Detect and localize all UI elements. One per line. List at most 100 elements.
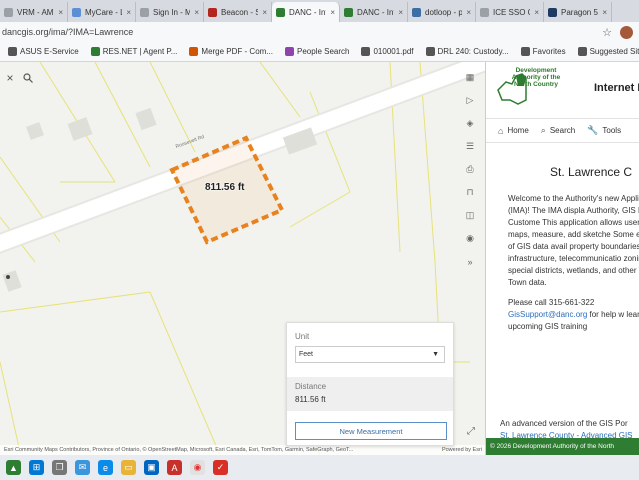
browser-tab[interactable]: DANC - Inter × <box>340 2 408 22</box>
county-heading: St. Lawrence C <box>550 165 633 179</box>
acrobat-icon[interactable]: A <box>167 460 182 475</box>
legend-list-icon[interactable]: ☰ <box>459 135 481 158</box>
tab-title: DANC - Inter <box>289 7 326 17</box>
locate-icon[interactable]: ◉ <box>459 227 481 250</box>
bookmark-label: DRL 240: Custody... <box>437 47 509 56</box>
chrome-icon[interactable]: ◉ <box>190 460 205 475</box>
bookmark-favicon-icon <box>8 47 17 56</box>
tab-title: Sign In - Mic <box>153 7 190 17</box>
page-title: Internet M <box>594 82 639 94</box>
tab-title: Paragon 5 <box>561 7 598 17</box>
browser-tab[interactable]: dotloop - pr × <box>408 2 476 22</box>
support-paragraph: Please call 315-661-322 GisSupport@danc.… <box>508 297 639 333</box>
address-bar: dancgis.org/ima/?IMA=Lawrence ☆ <box>0 22 639 42</box>
nav-label: Search <box>549 126 576 135</box>
tab-close-icon[interactable]: × <box>194 8 199 17</box>
tab-close-icon[interactable]: × <box>466 8 471 17</box>
bookmark-favicon-icon <box>520 47 530 56</box>
bookmark-item[interactable]: Favorites <box>520 47 566 56</box>
edge-browser-icon[interactable]: e <box>98 460 113 475</box>
file-explorer-icon[interactable]: ▭ <box>121 460 136 475</box>
search-icon[interactable] <box>20 70 36 86</box>
bookmark-label: Suggested Sites (2) <box>589 47 639 56</box>
bookmark-item[interactable]: 010001.pdf <box>361 47 414 56</box>
tab-favicon-icon <box>208 7 217 17</box>
tab-close-icon[interactable]: × <box>126 8 131 17</box>
profile-avatar[interactable] <box>620 25 633 39</box>
bookmark-favicon-icon <box>361 47 371 56</box>
browser-tab[interactable]: VRM - AMI × <box>0 2 68 22</box>
tab-close-icon[interactable]: × <box>534 8 539 17</box>
bookmark-star-icon[interactable]: ☆ <box>602 26 612 39</box>
map-attribution: Esri Community Maps Contributors, Provin… <box>0 445 485 455</box>
layers-icon[interactable]: ◈ <box>459 112 481 135</box>
store-icon[interactable]: ▣ <box>144 460 159 475</box>
tab-title: Beacon - St <box>221 7 258 17</box>
tab-favicon-icon <box>276 7 285 17</box>
tab-title: MyCare - Lo <box>85 7 122 17</box>
tab-close-icon[interactable]: × <box>58 8 63 17</box>
bookmark-favicon-icon <box>189 47 199 56</box>
bookmark-favicon-icon <box>90 47 100 56</box>
tab-title: VRM - AMI <box>17 7 55 17</box>
task-view-icon[interactable]: ❐ <box>52 460 67 475</box>
close-icon[interactable]: × <box>2 70 18 86</box>
unit-select-value: Feet <box>299 351 314 358</box>
browser-tab[interactable]: DANC - Inter × <box>272 2 340 22</box>
new-measurement-button[interactable]: New Measurement <box>295 422 447 440</box>
home-icon: ⌂ <box>498 125 504 136</box>
tab-favicon-icon <box>140 7 149 17</box>
support-email-link[interactable]: GisSupport@danc.org <box>508 310 587 319</box>
powered-by-esri[interactable]: Powered by Esri <box>442 445 482 455</box>
browser-tab-bar: VRM - AMI×MyCare - Lo×Sign In - Mic×Beac… <box>0 0 639 22</box>
windows-start-icon[interactable]: ⊞ <box>29 460 44 475</box>
bookmark-item[interactable]: People Search <box>284 47 349 56</box>
tab-favicon-icon <box>480 7 489 17</box>
taskbar: ▲ ⊞ ❐ ✉ e ▭ ▣ A ◉ ✓ <box>0 455 639 480</box>
tab-close-icon[interactable]: × <box>262 8 267 17</box>
tab-favicon-icon <box>72 7 81 17</box>
bookmark-item[interactable]: Suggested Sites (2) <box>577 47 639 56</box>
map-toolbar: ▦ ▷ ◈ ☰ ⎙ ⊓ ◫ ◉ » <box>459 66 481 273</box>
nav-search[interactable]: ⌕ Search <box>541 125 575 136</box>
browser-tab[interactable]: Beacon - St × <box>204 2 272 22</box>
bookmark-label: 010001.pdf <box>373 47 414 56</box>
unit-label: Unit <box>295 332 310 341</box>
bookmark-item[interactable]: RES.NET | Agent P... <box>90 47 177 56</box>
nav-tools[interactable]: 🔧 Tools <box>587 125 621 136</box>
share-icon[interactable]: ◫ <box>459 204 481 227</box>
distance-value: 811.56 ft <box>295 395 326 404</box>
bookmark-item[interactable]: ASUS E-Service <box>8 47 79 56</box>
browser-tab[interactable]: Paragon 5 × <box>544 2 612 22</box>
checkmark-app-icon[interactable]: ✓ <box>213 460 228 475</box>
tab-close-icon[interactable]: × <box>602 8 607 17</box>
unit-select[interactable]: Feet ▼ <box>295 346 445 363</box>
bookmark-label: Favorites <box>532 47 566 56</box>
fullscreen-icon[interactable]: ⤢ <box>467 426 475 437</box>
bookmark-item[interactable]: Merge PDF - Com... <box>189 47 273 56</box>
browser-tab[interactable]: ICE SSO Clie × <box>476 2 544 22</box>
map-view[interactable]: × Roosevelt Rd 811.56 ft ▦ ▷ ◈ ☰ ⎙ ⊓ ◫ ◉… <box>0 62 485 455</box>
tab-favicon-icon <box>548 7 557 17</box>
bookmark-favicon-icon <box>425 47 435 56</box>
bookmarks-bar: ASUS E-Service RES.NET | Agent P... Merge … <box>0 42 639 62</box>
tab-close-icon[interactable]: × <box>398 8 403 17</box>
expand-tools-icon[interactable]: » <box>459 250 481 273</box>
basemap-gallery-icon[interactable]: ▦ <box>459 66 481 89</box>
chat-icon[interactable]: ✉ <box>75 460 90 475</box>
tab-close-icon[interactable]: × <box>330 8 335 17</box>
tools-icon: 🔧 <box>587 125 599 135</box>
browser-tab[interactable]: Sign In - Mic × <box>136 2 204 22</box>
screen: VRM - AMI×MyCare - Lo×Sign In - Mic×Beac… <box>0 0 639 480</box>
browser-tab[interactable]: MyCare - Lo × <box>68 2 136 22</box>
widgets-icon[interactable]: ▲ <box>6 460 21 475</box>
bookmark-icon[interactable]: ⊓ <box>459 181 481 204</box>
pane-footer: © 2026 Development Authority of the Nort… <box>486 438 639 455</box>
measurement-label: 811.56 ft <box>205 182 245 193</box>
advanced-version-text: An advanced version of the GIS Por <box>500 419 628 428</box>
nav-home[interactable]: ⌂ Home <box>498 126 529 136</box>
url-field[interactable]: dancgis.org/ima/?IMA=Lawrence <box>0 27 602 37</box>
print-icon[interactable]: ⎙ <box>459 158 481 181</box>
bookmark-item[interactable]: DRL 240: Custody... <box>425 47 509 56</box>
play-icon[interactable]: ▷ <box>459 89 481 112</box>
